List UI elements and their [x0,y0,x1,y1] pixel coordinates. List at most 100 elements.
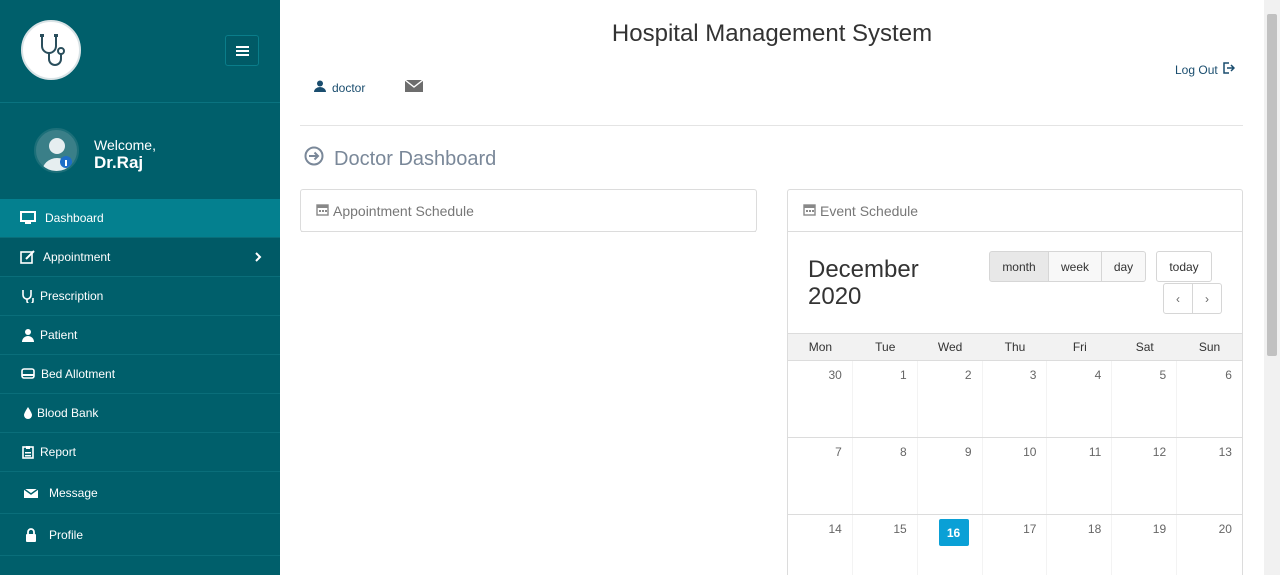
sidebar-item-label: Dashboard [45,211,104,225]
page-title: Hospital Management System [611,20,933,47]
date-number: 4 [1094,368,1102,382]
scrollbar-thumb[interactable] [1267,14,1277,356]
logout-link[interactable]: Log Out [1175,62,1235,77]
sidebar-item-label: Patient [40,328,78,342]
date-number: 19 [1152,522,1167,536]
calendar-day-cell[interactable]: 20 [1177,515,1242,575]
calendar-year: 2020 [808,283,862,310]
sidebar-item-report[interactable]: Report [0,433,280,472]
arrow-circle-right-icon [304,146,324,172]
envelope-icon [404,79,424,96]
sidebar-item-label: Blood Bank [37,406,99,420]
calendar-day-cell[interactable]: 15 [853,515,918,575]
main-content: Hospital Management System doctor Log Ou… [280,0,1264,575]
weekday-label: Sat [1135,340,1154,354]
calendar-day-cell[interactable]: 11 [1047,438,1113,514]
month-nav: ‹ › [1163,283,1222,314]
weekday-label: Sun [1198,340,1221,354]
drop-icon [19,405,37,421]
date-number: 1 [900,368,907,382]
calendar-day-cell[interactable]: 7 [788,438,853,514]
calendar-day-cell[interactable]: 4 [1047,361,1113,437]
logout-label: Log Out [1175,62,1218,77]
view-week-button[interactable]: week [1049,251,1102,282]
view-month-button[interactable]: month [989,251,1049,282]
stethoscope-icon [19,288,37,304]
sidebar-item-appointment[interactable]: Appointment [0,238,280,277]
calendar-day-cell[interactable]: 1 [853,361,918,437]
current-user-label: doctor [332,80,366,95]
date-number: 14 [828,522,842,536]
view-day-button[interactable]: day [1102,251,1146,282]
menu-toggle-button[interactable] [225,35,259,66]
sidebar-item-profile[interactable]: Profile [0,514,280,556]
calendar-day-cell[interactable]: 5 [1112,361,1178,437]
panel-header: Appointment Schedule [301,190,756,232]
appointment-schedule-panel: Appointment Schedule [300,189,757,232]
sidebar-item-bed-allotment[interactable]: Bed Allotment [0,355,280,394]
calendar-day-cell[interactable]: 12 [1112,438,1178,514]
dashboard-heading: Doctor Dashboard [304,146,496,172]
calendar-day-cell[interactable]: 6 [1177,361,1242,437]
logo-bar [0,0,280,103]
sidebar-item-blood-bank[interactable]: Blood Bank [0,394,280,433]
calendar-day-cell[interactable]: 30 [788,361,853,437]
sidebar-item-message[interactable]: Message [0,472,280,514]
date-number: 7 [835,445,842,459]
sidebar: Welcome, Dr.Raj Dashboard Appointment Pr… [0,0,280,575]
calendar-week-row: 30 1 2 3 4 5 6 [788,361,1242,438]
sidebar-item-dashboard[interactable]: Dashboard [0,199,280,238]
envelope-icon [22,485,40,501]
today-group: today [1156,251,1212,282]
chevron-right-icon [254,251,262,266]
calendar-weeks: 30 1 2 3 4 5 6 7 8 9 10 11 12 13 14 15 16 17 18 19 20 [788,361,1242,575]
calendar-icon [316,203,329,219]
view-switcher: month week day [989,251,1146,282]
clipboard-icon [19,444,37,460]
hamburger-line [236,50,249,52]
calendar-day-cell[interactable]: 14 [788,515,853,575]
calendar-day-cell[interactable]: 18 [1047,515,1113,575]
sidebar-item-label: Bed Allotment [41,367,116,381]
calendar-day-cell[interactable]: 16 [918,515,983,575]
user-icon [19,327,37,343]
calendar-day-cell[interactable]: 8 [853,438,918,514]
sidebar-item-prescription[interactable]: Prescription [0,277,280,316]
panel-title: Appointment Schedule [333,202,474,219]
date-number: 3 [1029,368,1037,382]
calendar-day-cell[interactable]: 17 [983,515,1048,575]
weekday-header: Mon Tue Wed Thu Fri Sat Sun [788,333,1242,361]
current-user-link[interactable]: doctor [314,80,365,95]
sidebar-item-patient[interactable]: Patient [0,316,280,355]
date-number: 30 [828,368,842,382]
date-number: 18 [1087,522,1102,536]
date-number: 15 [893,522,907,536]
calendar-day-cell[interactable]: 9 [918,438,983,514]
calendar-week-row: 7 8 9 10 11 12 13 [788,438,1242,515]
panel-title: Event Schedule [820,202,919,219]
prev-month-button[interactable]: ‹ [1163,283,1193,314]
today-button[interactable]: today [1156,251,1212,282]
stethoscope-logo-icon[interactable] [21,20,81,80]
calendar-day-cell[interactable]: 19 [1112,515,1178,575]
calendar-day-cell[interactable]: 2 [918,361,983,437]
calendar-day-cell[interactable]: 3 [983,361,1048,437]
calendar-icon [803,203,816,219]
calendar-day-cell[interactable]: 10 [983,438,1048,514]
panel-header: Event Schedule [788,190,1242,232]
today-date-number: 16 [938,519,969,546]
logout-icon [1222,62,1235,77]
date-number: 12 [1152,445,1167,459]
welcome-block: Welcome, Dr.Raj [0,103,280,199]
bed-icon [19,366,37,382]
date-number: 9 [964,445,972,459]
calendar-title: December 2020 [808,256,919,310]
date-number: 13 [1218,445,1232,459]
hamburger-line [236,46,249,48]
page-scrollbar[interactable] [1264,0,1280,575]
sidebar-item-label: Profile [49,527,84,542]
calendar-day-cell[interactable]: 13 [1177,438,1242,514]
next-month-button[interactable]: › [1193,283,1222,314]
messages-button[interactable] [404,79,424,97]
avatar [34,128,79,173]
